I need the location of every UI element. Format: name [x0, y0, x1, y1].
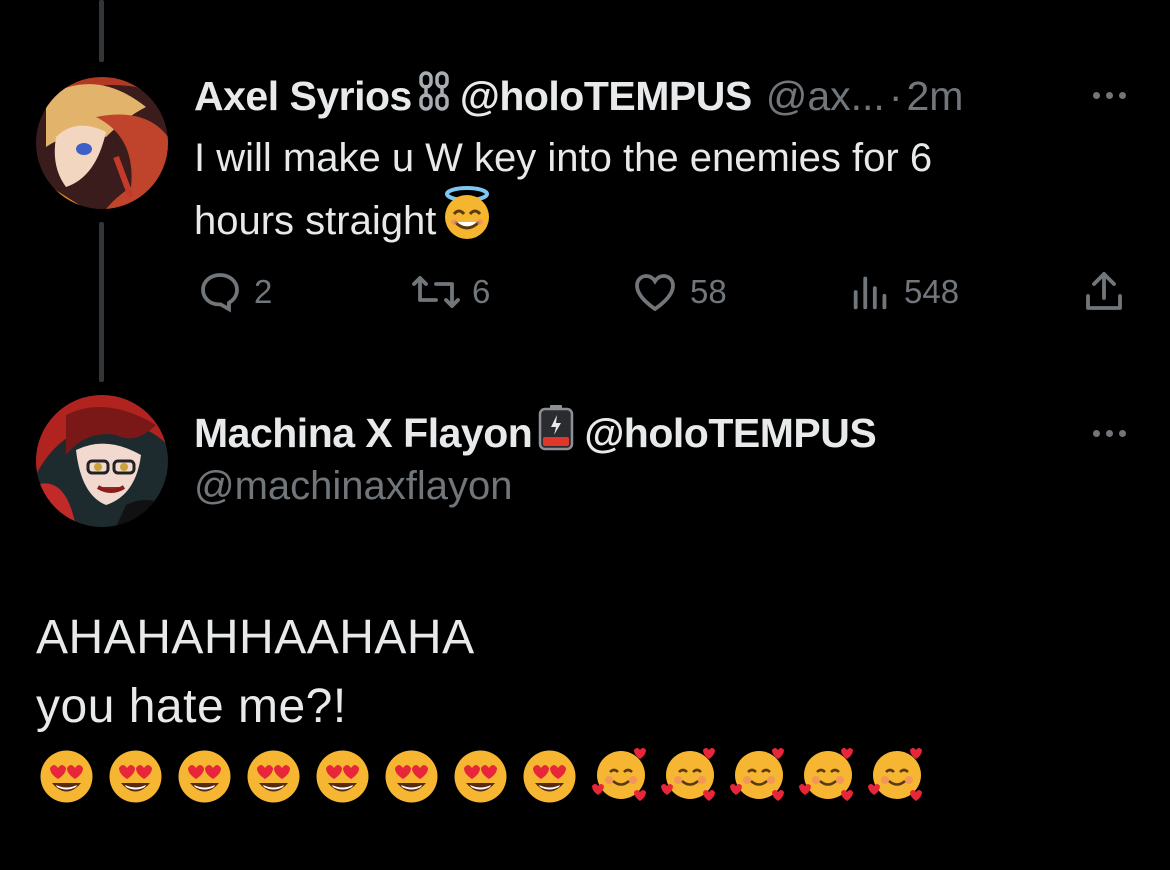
heart-eyes-emoji-icon: [107, 748, 164, 805]
smiling-face-with-hearts-emoji-icon: [866, 744, 923, 801]
tweet-text-line1: I will make u W key into the enemies for…: [194, 136, 933, 180]
smiling-face-with-hearts-emoji-icon: [797, 744, 854, 801]
reply-icon: [201, 273, 239, 313]
repost-icon: [412, 276, 460, 308]
tweet-text-line2: you hate me?!: [36, 680, 347, 733]
thread-line-top: [99, 0, 104, 62]
heart-icon: [635, 274, 675, 312]
heart-eyes-emoji-icon: [38, 748, 95, 805]
affiliation-handle[interactable]: @holoTEMPUS: [460, 73, 752, 120]
author-name[interactable]: Machina X Flayon: [194, 410, 533, 457]
avatar[interactable]: [36, 77, 168, 209]
chain-icon: [418, 71, 450, 121]
main-header: Machina X Flayon @holoTEMPUS: [194, 405, 877, 457]
user-handle[interactable]: @ax...: [766, 73, 885, 120]
heart-eyes-emoji-icon: [176, 748, 233, 805]
repost-count: 6: [472, 273, 491, 310]
tweet-text-line1: AHAHAHHAAHAHA: [36, 611, 475, 664]
views-button[interactable]: 548: [848, 268, 959, 316]
low-battery-icon: [538, 405, 574, 461]
user-handle[interactable]: @machinaxflayon: [194, 464, 513, 509]
author-name[interactable]: Axel Syrios: [194, 73, 412, 120]
tweet-text-line2-wrap: hours straight: [194, 186, 494, 255]
share-button[interactable]: [1080, 268, 1128, 316]
separator-dot: ·: [888, 72, 903, 119]
repost-button[interactable]: 6: [410, 268, 490, 316]
halo-emoji-icon: [440, 186, 494, 255]
more-options-icon[interactable]: [1093, 430, 1126, 437]
thread-line-bottom: [99, 222, 104, 382]
heart-eyes-emoji-icon: [452, 748, 509, 805]
heart-eyes-emoji-icon: [383, 748, 440, 805]
action-bar: 2 6 58 548: [194, 268, 1134, 318]
timestamp[interactable]: 2m: [906, 73, 963, 120]
avatar[interactable]: [36, 395, 168, 527]
reply-button[interactable]: 2: [196, 268, 272, 316]
smiling-face-with-hearts-emoji-icon: [659, 744, 716, 801]
view-count: 548: [904, 273, 960, 310]
heart-eyes-emoji-icon: [314, 748, 371, 805]
heart-eyes-emoji-icon: [521, 748, 578, 805]
heart-eyes-emoji-icon: [245, 748, 302, 805]
smiling-face-with-hearts-emoji-icon: [590, 744, 647, 801]
share-icon: [1086, 272, 1122, 310]
analytics-icon: [853, 276, 887, 310]
like-count: 58: [690, 273, 727, 310]
more-options-icon[interactable]: [1093, 92, 1126, 99]
like-button[interactable]: 58: [630, 268, 727, 316]
reply-header: Axel Syrios @holoTEMPUS @ax... · 2m: [194, 71, 963, 121]
affiliation-handle[interactable]: @holoTEMPUS: [584, 410, 876, 457]
emoji-row: [38, 748, 923, 805]
smiling-face-with-hearts-emoji-icon: [728, 744, 785, 801]
tweet-text-line2: hours straight: [194, 198, 437, 243]
reply-count: 2: [254, 273, 273, 310]
